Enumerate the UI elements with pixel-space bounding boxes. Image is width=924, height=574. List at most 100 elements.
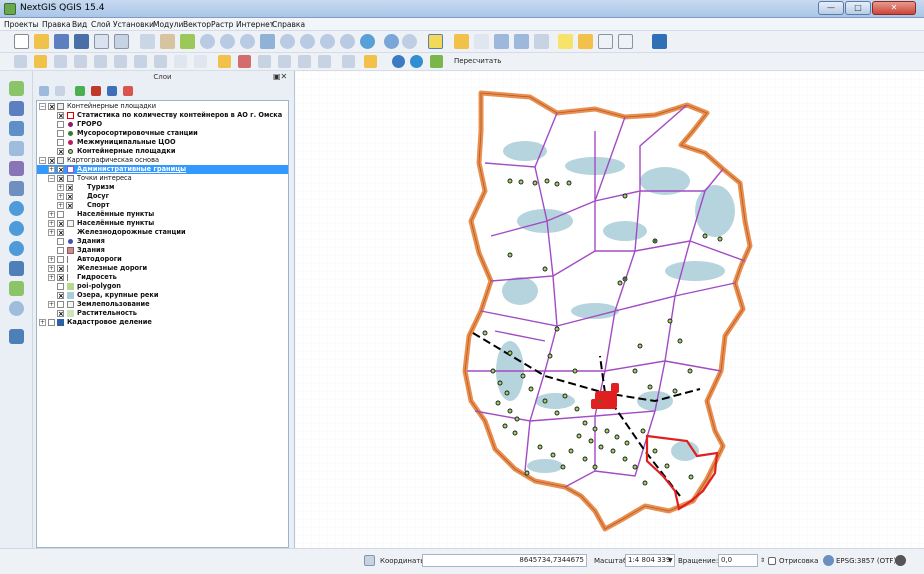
menu-view[interactable]: Вид: [72, 20, 87, 29]
current-edits-icon[interactable]: [14, 55, 27, 68]
recalculate-label[interactable]: Пересчитать: [454, 57, 501, 65]
layer-item[interactable]: + × Железнодорожные станции: [37, 228, 288, 237]
coordinate-toggle-icon[interactable]: [364, 555, 375, 566]
paste-features-icon[interactable]: [194, 55, 207, 68]
node-tool-icon[interactable]: [114, 55, 127, 68]
add-virtual-layer-icon[interactable]: [9, 301, 24, 316]
expand-all-icon[interactable]: [91, 86, 101, 96]
filter-legend-icon[interactable]: [75, 86, 85, 96]
cut-features-icon[interactable]: [154, 55, 167, 68]
open-layer-styling-icon[interactable]: [39, 86, 49, 96]
select-by-value-icon[interactable]: [454, 34, 469, 49]
add-raster-layer-icon[interactable]: [9, 101, 24, 116]
identify-icon[interactable]: [384, 34, 399, 49]
layer-item[interactable]: × Статистика по количеству контейнеров в…: [37, 111, 288, 120]
menu-settings[interactable]: Установки: [113, 20, 154, 29]
rotation-spin-icon[interactable]: ⇕: [760, 557, 765, 564]
open-project-icon[interactable]: [34, 34, 49, 49]
layer-item[interactable]: + Населённые пункты: [37, 210, 288, 219]
layer-item[interactable]: poi-polygon: [37, 282, 288, 291]
show-hide-labels-icon[interactable]: [258, 55, 271, 68]
add-oracle-layer-icon[interactable]: [9, 181, 24, 196]
layer-item[interactable]: + Землепользование: [37, 300, 288, 309]
layer-item[interactable]: + × Туризм: [37, 183, 288, 192]
layer-item-selected[interactable]: + × Административные границы: [37, 165, 288, 174]
zoom-to-layer-icon[interactable]: [300, 34, 315, 49]
chevron-down-icon[interactable]: ▼: [668, 557, 673, 564]
zoom-next-icon[interactable]: [340, 34, 355, 49]
add-nextgis-layer-icon[interactable]: [9, 329, 24, 344]
layer-item[interactable]: Здания: [37, 246, 288, 255]
change-label-icon[interactable]: [318, 55, 331, 68]
save-project-icon[interactable]: [54, 34, 69, 49]
new-bookmark-icon[interactable]: [578, 34, 593, 49]
show-bookmarks-icon[interactable]: [598, 34, 613, 49]
layer-item[interactable]: + × Железные дороги: [37, 264, 288, 273]
layer-group-poi[interactable]: − × Точки интереса: [37, 174, 288, 183]
add-mssql-layer-icon[interactable]: [9, 161, 24, 176]
menu-projects[interactable]: Проекты: [4, 20, 38, 29]
help-icon[interactable]: [652, 34, 667, 49]
collapse-all-icon[interactable]: [107, 86, 117, 96]
action-icon[interactable]: [402, 34, 417, 49]
layout-manager-icon[interactable]: [114, 34, 129, 49]
zoom-out-icon[interactable]: [220, 34, 235, 49]
zoom-to-selection-icon[interactable]: [280, 34, 295, 49]
zoom-full-icon[interactable]: [260, 34, 275, 49]
new-shapefile-icon[interactable]: [9, 281, 24, 296]
add-wfs-layer-icon[interactable]: [9, 241, 24, 256]
crs-label[interactable]: EPSG:3857 (OTF): [836, 557, 896, 565]
layer-item[interactable]: + × Населённые пункты: [37, 219, 288, 228]
expression-select-icon[interactable]: [474, 34, 489, 49]
text-annotation-icon[interactable]: [618, 34, 633, 49]
panel-float-close-buttons[interactable]: ▣✕: [273, 72, 287, 81]
attribute-table-icon[interactable]: [494, 34, 509, 49]
move-feature-icon[interactable]: [94, 55, 107, 68]
toggle-editing-icon[interactable]: [34, 55, 47, 68]
label-tool-icon[interactable]: [218, 55, 231, 68]
maximize-button[interactable]: □: [845, 1, 871, 15]
pan-map-icon[interactable]: [160, 34, 175, 49]
menu-internet[interactable]: Интернет: [236, 20, 274, 29]
measure-icon[interactable]: [534, 34, 549, 49]
layer-group-container-sites[interactable]: − × Контейнерные площадки: [37, 102, 288, 111]
rotation-field[interactable]: 0,0: [718, 554, 758, 567]
layer-item[interactable]: Мусоросортировочные станции: [37, 129, 288, 138]
add-feature-icon[interactable]: [74, 55, 87, 68]
coordinates-field[interactable]: 8645734,7344675: [422, 554, 587, 567]
layer-item[interactable]: + × Гидросеть: [37, 273, 288, 282]
visibility-icon[interactable]: [55, 86, 65, 96]
add-spatialite-layer-icon[interactable]: [9, 141, 24, 156]
delete-selected-icon[interactable]: [134, 55, 147, 68]
crs-globe-icon[interactable]: [823, 555, 834, 566]
refresh-icon[interactable]: [360, 34, 375, 49]
zoom-last-icon[interactable]: [320, 34, 335, 49]
label-properties-icon[interactable]: [342, 55, 355, 68]
field-calculator-icon[interactable]: [514, 34, 529, 49]
save-edits-icon[interactable]: [54, 55, 67, 68]
layer-item[interactable]: + × Спорт: [37, 201, 288, 210]
add-wcs-layer-icon[interactable]: [9, 221, 24, 236]
menu-layer[interactable]: Слой: [91, 20, 111, 29]
map-canvas[interactable]: [294, 71, 924, 548]
new-project-icon[interactable]: [14, 34, 29, 49]
zoom-native-icon[interactable]: [240, 34, 255, 49]
processing-toolbox-icon[interactable]: [364, 55, 377, 68]
layer-item[interactable]: + × Досуг: [37, 192, 288, 201]
layer-item[interactable]: + Кадастровое деление: [37, 318, 288, 327]
add-postgis-layer-icon[interactable]: [9, 121, 24, 136]
messages-icon[interactable]: [895, 555, 906, 566]
python-console-icon[interactable]: [392, 55, 405, 68]
layer-item[interactable]: × Растительность: [37, 309, 288, 318]
render-checkbox[interactable]: [768, 557, 776, 565]
layer-item[interactable]: Здания: [37, 237, 288, 246]
layer-item[interactable]: + Автодороги: [37, 255, 288, 264]
zoom-in-icon[interactable]: [200, 34, 215, 49]
move-label-icon[interactable]: [278, 55, 291, 68]
layer-item[interactable]: × Контейнерные площадки: [37, 147, 288, 156]
map-tips-icon[interactable]: [558, 34, 573, 49]
save-as-icon[interactable]: [74, 34, 89, 49]
layer-item[interactable]: × Озера, крупные реки: [37, 291, 288, 300]
whats-this-icon[interactable]: [672, 34, 687, 49]
touch-zoom-icon[interactable]: [140, 34, 155, 49]
